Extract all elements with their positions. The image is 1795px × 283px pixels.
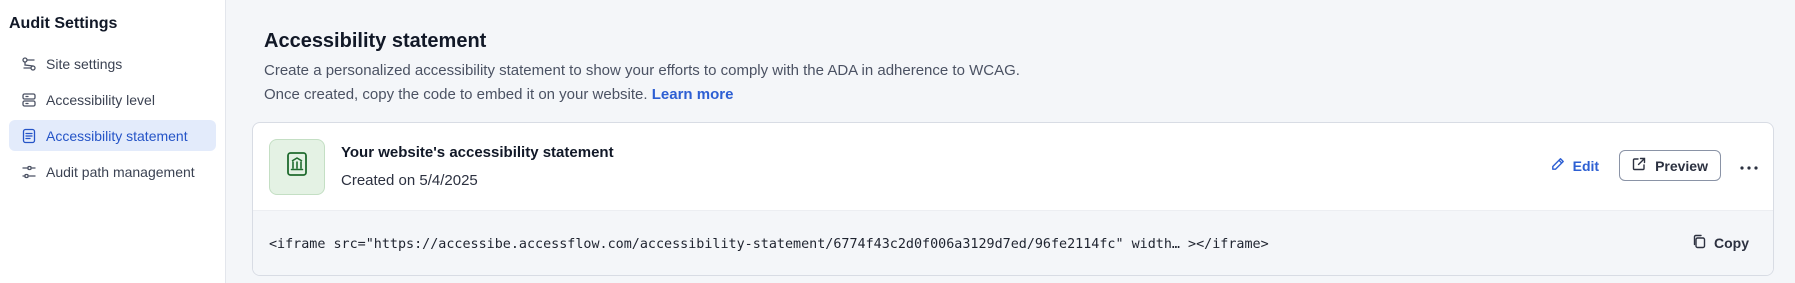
statement-actions: Edit Preview [1551, 150, 1759, 181]
copy-icon [1692, 234, 1714, 252]
pencil-icon [1551, 157, 1573, 174]
sidebar-item-accessibility-statement[interactable]: Accessibility statement [9, 120, 216, 151]
external-link-icon [1632, 157, 1655, 174]
preview-button[interactable]: Preview [1619, 150, 1721, 181]
building-document-icon [285, 151, 309, 182]
sidebar-item-site-settings[interactable]: Site settings [9, 48, 216, 79]
sidebar-title: Audit Settings [9, 15, 118, 32]
embed-code: <iframe src="https://accessibe.accessflo… [269, 236, 1269, 252]
sidebar-item-accessibility-level[interactable]: Accessibility level [9, 84, 216, 115]
embed-code-section: <iframe src="https://accessibe.accessflo… [253, 210, 1773, 275]
sidebar-item-label: Accessibility level [46, 91, 155, 108]
site-settings-icon [21, 56, 37, 72]
more-horizontal-icon [1740, 157, 1758, 175]
statement-badge [269, 138, 325, 195]
statement-card: Your website's accessibility statement C… [252, 122, 1774, 276]
document-icon [21, 128, 37, 144]
learn-more-link[interactable]: Learn more [652, 86, 734, 103]
page-title: Accessibility statement [264, 30, 487, 52]
sliders-icon [21, 164, 37, 180]
statement-title: Your website's accessibility statement [341, 144, 614, 161]
edit-button[interactable]: Edit [1551, 157, 1599, 174]
description-line-1: Create a personalized accessibility stat… [264, 62, 1020, 79]
statement-card-header: Your website's accessibility statement C… [253, 123, 1773, 210]
more-options-button[interactable] [1739, 156, 1759, 176]
main-content: Accessibility statement Create a persona… [226, 0, 1795, 283]
statement-created-date: Created on 5/4/2025 [341, 172, 478, 189]
copy-button[interactable]: Copy [1692, 234, 1749, 252]
app: Audit Settings Site settings Accessibili… [0, 0, 1795, 283]
sidebar-item-label: Site settings [46, 55, 123, 72]
description-line-2: Once created, copy the code to embed it … [264, 83, 1795, 107]
sidebar: Audit Settings Site settings Accessibili… [0, 0, 226, 283]
description-text: Once created, copy the code to embed it … [264, 86, 648, 103]
edit-label: Edit [1572, 157, 1600, 174]
preview-label: Preview [1655, 157, 1708, 174]
sidebar-item-label: Accessibility statement [46, 127, 188, 144]
layers-icon [21, 92, 37, 108]
sidebar-item-audit-path-management[interactable]: Audit path management [9, 156, 216, 187]
copy-label: Copy [1714, 235, 1749, 251]
statement-info: Your website's accessibility statement C… [341, 144, 614, 189]
sidebar-item-label: Audit path management [46, 163, 195, 180]
page-description: Create a personalized accessibility stat… [264, 59, 1795, 107]
